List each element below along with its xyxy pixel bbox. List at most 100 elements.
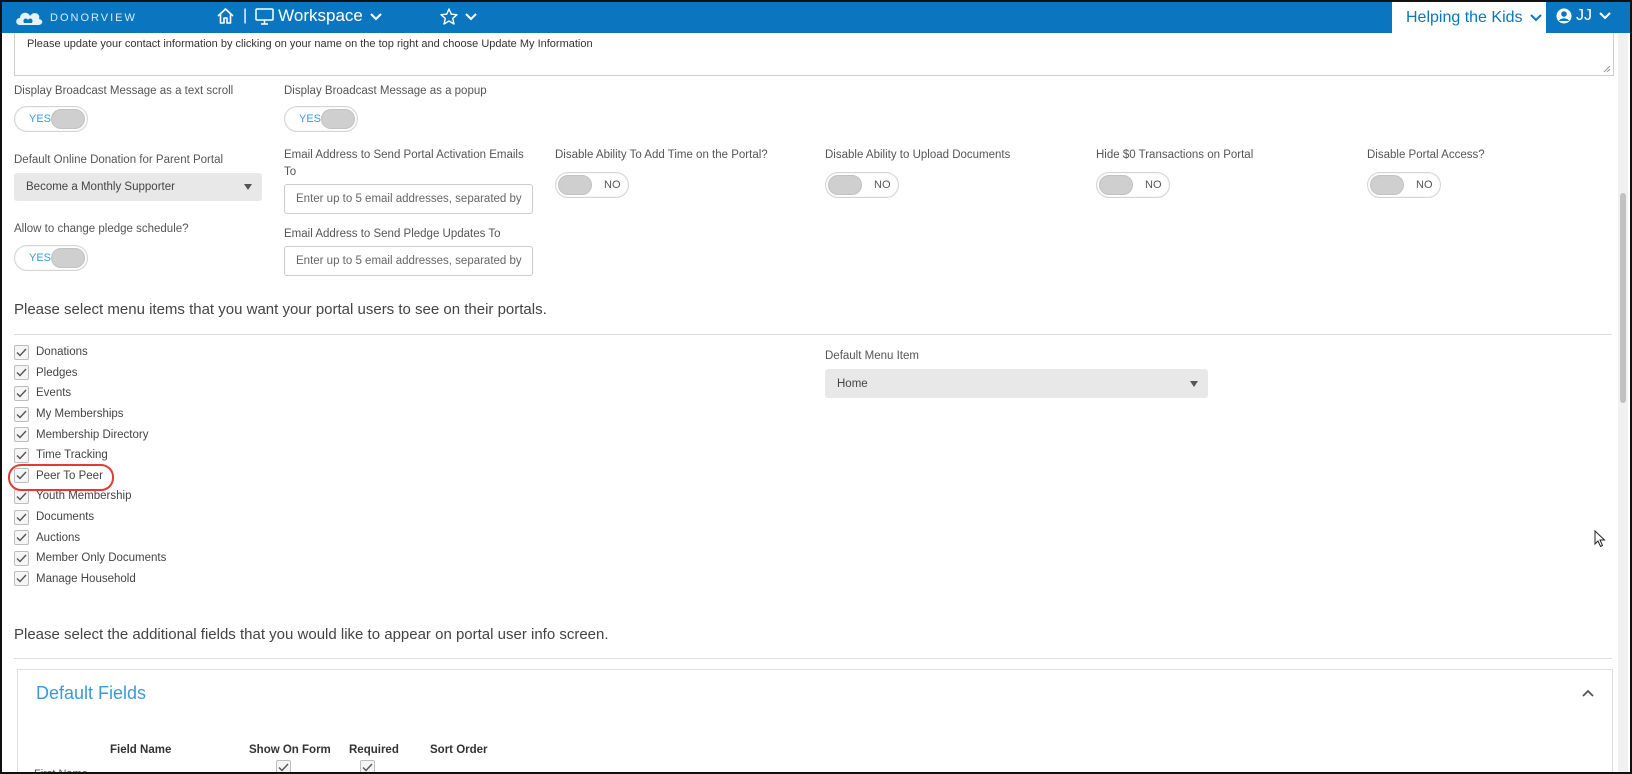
- donorview-logo[interactable]: DONORVIEW: [14, 8, 137, 27]
- menu-item-manage-household[interactable]: Manage Household: [14, 569, 166, 590]
- default-donation-select[interactable]: Become a Monthly Supporter: [14, 173, 262, 201]
- app-frame: DONORVIEW | Workspace Helping the Kids J…: [0, 0, 1632, 774]
- menu-item-donations[interactable]: Donations: [14, 342, 166, 363]
- toggle-knob: [321, 109, 355, 129]
- pledge-schedule-toggle[interactable]: YES: [14, 245, 88, 271]
- toggle-state: YES: [29, 113, 52, 125]
- checkbox[interactable]: [14, 530, 29, 546]
- checkbox[interactable]: [14, 509, 29, 525]
- check-icon: [16, 492, 27, 501]
- disable-access-toggle[interactable]: NO: [1367, 172, 1441, 198]
- column-header-sort-order: Sort Order: [430, 744, 488, 756]
- menu-item-membership-directory[interactable]: Membership Directory: [14, 424, 166, 445]
- activation-email-input[interactable]: [284, 184, 533, 214]
- menu-item-events[interactable]: Events: [14, 383, 166, 404]
- activation-email-label-line1: Email Address to Send Portal Activation …: [284, 149, 524, 161]
- menu-item-time-tracking[interactable]: Time Tracking: [14, 445, 166, 466]
- workspace-menu[interactable]: Workspace: [278, 6, 363, 26]
- organization-selector[interactable]: Helping the Kids: [1392, 2, 1546, 33]
- menu-item-documents[interactable]: Documents: [14, 507, 166, 528]
- logo-wordmark: DONORVIEW: [50, 11, 137, 24]
- checkbox[interactable]: [14, 488, 29, 504]
- scrollbar-thumb[interactable]: [1620, 193, 1626, 403]
- pledge-email-input[interactable]: [284, 246, 533, 276]
- column-header-required: Required: [349, 744, 399, 756]
- check-icon: [16, 368, 27, 377]
- menu-item-label: Events: [36, 387, 72, 400]
- monitor-icon: [255, 7, 274, 25]
- checkbox[interactable]: [14, 571, 29, 587]
- menu-item-my-memberships[interactable]: My Memberships: [14, 404, 166, 425]
- vertical-scrollbar[interactable]: [1618, 33, 1628, 772]
- checkbox[interactable]: [14, 427, 29, 443]
- org-chevron-icon: [1529, 9, 1542, 27]
- menu-item-label: Youth Membership: [36, 490, 132, 503]
- additional-fields-heading: Please select the additional fields that…: [14, 626, 609, 643]
- default-menu-value: Home: [837, 377, 868, 390]
- menu-item-member-only-documents[interactable]: Member Only Documents: [14, 548, 166, 569]
- caret-down-icon: [244, 184, 252, 190]
- logo-cloud-icon: [16, 12, 43, 25]
- menu-item-label: Time Tracking: [36, 449, 108, 462]
- disable-add-time-label: Disable Ability To Add Time on the Porta…: [555, 149, 768, 161]
- disable-upload-toggle[interactable]: NO: [825, 172, 899, 198]
- checkbox[interactable]: [14, 550, 29, 566]
- toggle-state: NO: [604, 179, 621, 191]
- pledge-schedule-label: Allow to change pledge schedule?: [14, 223, 189, 235]
- menu-item-label: Donations: [36, 346, 88, 359]
- panel-title[interactable]: Default Fields: [36, 683, 146, 704]
- checkbox[interactable]: [14, 365, 29, 381]
- checkbox[interactable]: [14, 447, 29, 463]
- resize-handle-icon[interactable]: [1603, 65, 1611, 73]
- nav-separator: |: [243, 7, 248, 24]
- check-icon: [16, 533, 27, 542]
- home-icon[interactable]: [216, 7, 235, 25]
- check-icon: [16, 348, 27, 357]
- check-icon: [362, 763, 373, 772]
- field-name-first: First Name: [34, 768, 88, 774]
- toggle-knob: [828, 175, 862, 195]
- popup-toggle[interactable]: YES: [284, 106, 358, 132]
- popup-label: Display Broadcast Message as a popup: [284, 85, 487, 97]
- menu-item-label: My Memberships: [36, 408, 124, 421]
- disable-add-time-toggle[interactable]: NO: [555, 172, 629, 198]
- hide-zero-label: Hide $0 Transactions on Portal: [1096, 149, 1254, 161]
- check-icon: [16, 574, 27, 583]
- broadcast-message-textarea[interactable]: Please update your contact information b…: [14, 33, 1614, 76]
- chevron-up-icon[interactable]: [1582, 686, 1594, 700]
- user-menu[interactable]: JJ: [1556, 7, 1611, 25]
- show-on-form-checkbox[interactable]: [276, 760, 291, 772]
- checkbox[interactable]: [14, 344, 29, 360]
- disable-access-label: Disable Portal Access?: [1367, 149, 1485, 161]
- menu-item-label: Pledges: [36, 366, 78, 379]
- toggle-knob: [51, 109, 85, 129]
- section-divider: [14, 658, 1612, 659]
- menu-item-auctions[interactable]: Auctions: [14, 527, 166, 548]
- top-navbar: DONORVIEW | Workspace Helping the Kids J…: [2, 2, 1630, 33]
- text-scroll-toggle[interactable]: YES: [14, 106, 88, 132]
- menu-items-heading: Please select menu items that you want y…: [14, 301, 547, 318]
- check-icon: [278, 763, 289, 772]
- hide-zero-toggle[interactable]: NO: [1096, 172, 1170, 198]
- default-menu-label: Default Menu Item: [825, 350, 919, 362]
- check-icon: [16, 513, 27, 522]
- star-icon[interactable]: [440, 7, 458, 25]
- highlight-annotation: [8, 464, 114, 491]
- default-menu-select[interactable]: Home: [825, 369, 1208, 398]
- chevron-down-icon[interactable]: [370, 6, 382, 26]
- default-fields-panel: Default Fields Field Name Show On Form R…: [17, 669, 1613, 774]
- disable-upload-label: Disable Ability to Upload Documents: [825, 149, 1011, 161]
- checkbox[interactable]: [14, 385, 29, 401]
- menu-item-label: Manage Household: [36, 572, 136, 585]
- menu-item-label: Documents: [36, 511, 95, 524]
- user-chevron-icon: [1599, 7, 1611, 25]
- favorites-chevron-icon[interactable]: [465, 6, 477, 26]
- toggle-knob: [51, 248, 85, 268]
- menu-item-pledges[interactable]: Pledges: [14, 363, 166, 384]
- required-checkbox[interactable]: [360, 760, 375, 772]
- default-donation-label: Default Online Donation for Parent Porta…: [14, 154, 224, 166]
- column-header-show-on-form: Show On Form: [249, 744, 331, 756]
- checkbox[interactable]: [14, 406, 29, 422]
- user-circle-icon: [1556, 8, 1572, 24]
- broadcast-message-text: Please update your contact information b…: [27, 38, 593, 50]
